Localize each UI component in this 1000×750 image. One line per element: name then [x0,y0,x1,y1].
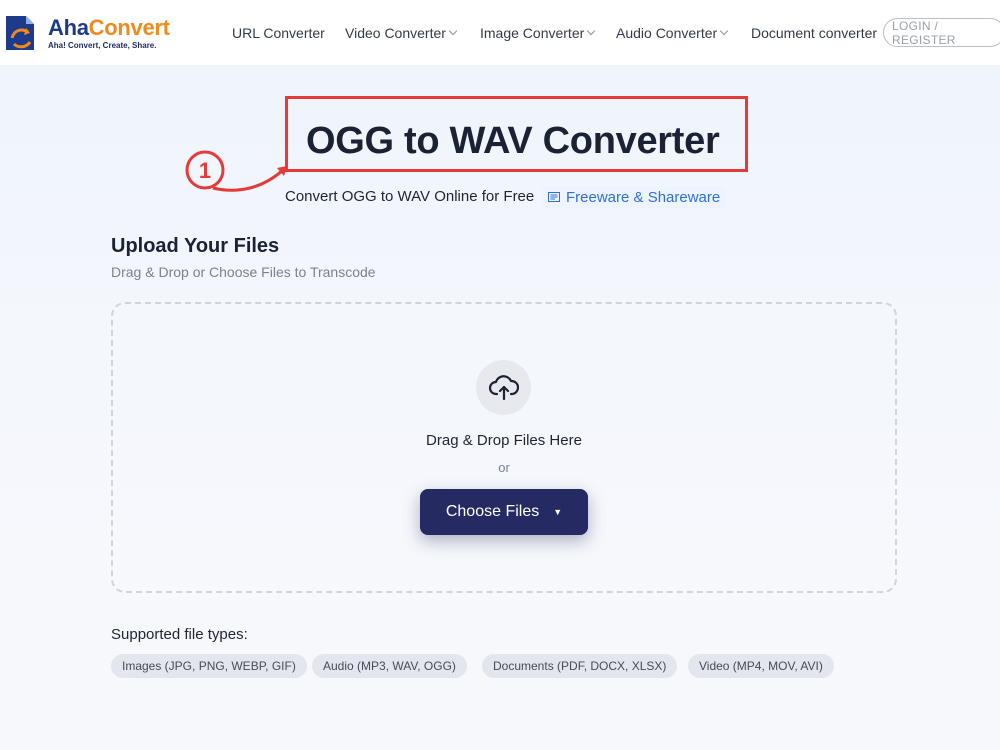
page-subtitle: Convert OGG to WAV Online for Free [285,188,535,205]
nav-label: Document converter [751,25,878,41]
choose-files-label: Choose Files [445,503,540,520]
cloud-upload-icon [488,374,519,400]
nav-label: URL Converter [232,25,325,41]
upload-section-subtitle: Drag & Drop or Choose Files to Transcode [111,264,376,280]
chevron-down-icon [719,26,729,36]
upload-icon-circle[interactable] [476,360,531,415]
supported-type-badge: Audio (MP3, WAV, OGG) [312,654,467,678]
chevron-down-icon [448,26,458,36]
freeware-label: Freeware & Shareware [566,188,721,206]
upload-section-title: Upload Your Files [111,235,280,257]
svg-text:1: 1 [199,158,211,183]
caret-down-icon: ▼ [553,507,563,517]
nav-label: Audio Converter [616,25,718,41]
nav-url-converter[interactable]: URL Converter [232,25,325,41]
supported-type-badge: Images (JPG, PNG, WEBP, GIF) [111,654,307,678]
document-icon [548,192,560,202]
nav-label: Video Converter [345,25,446,41]
supported-type-badge: Video (MP4, MOV, AVI) [688,654,834,678]
login-register-button[interactable]: LOGIN / REGISTER [883,18,1000,47]
supported-types-label: Supported file types: [111,626,248,643]
or-divider: or [498,460,510,475]
nav-audio-converter[interactable]: Audio Converter [616,25,729,41]
nav-document-converter[interactable]: Document converter [751,25,877,41]
drop-instruction: Drag & Drop Files Here [426,432,582,449]
site-header: AhaConvert Aha! Convert, Create, Share. … [0,0,1000,66]
nav-label: Image Converter [480,25,585,41]
step-one-arrow-annotation: 1 [185,150,287,192]
page-title: OGG to WAV Converter [306,120,720,162]
supported-type-badge: Documents (PDF, DOCX, XLSX) [482,654,678,678]
main-nav: URL Converter Video Converter Image Conv… [0,0,1000,66]
choose-files-button[interactable]: Choose Files ▼ [420,489,588,535]
nav-video-converter[interactable]: Video Converter [345,25,458,41]
chevron-down-icon [587,26,596,36]
freeware-shareware-link[interactable]: Freeware & Shareware [542,186,727,208]
nav-image-converter[interactable]: Image Converter [480,25,596,41]
